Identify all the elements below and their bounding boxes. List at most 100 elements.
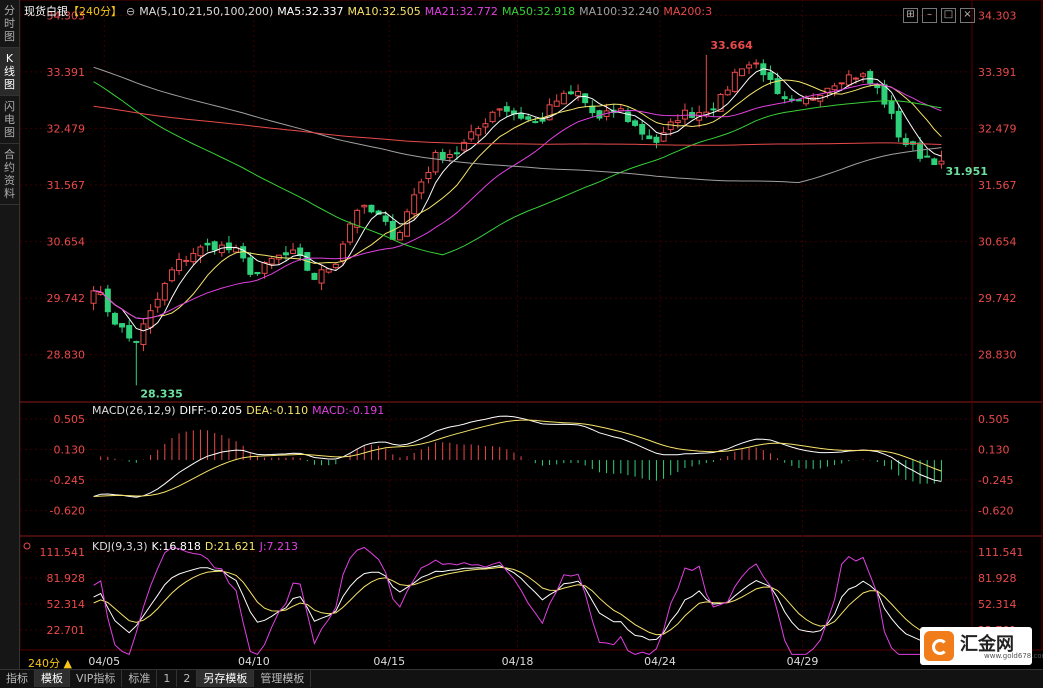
macd-legend: MACD(26,12,9) DIFF:-0.205 DEA:-0.110 MACD:-…: [92, 404, 388, 417]
candle-body: [290, 249, 297, 254]
y-tick-right: 32.479: [978, 122, 1017, 135]
candle-body: [646, 135, 653, 140]
kdj-j: J:7.213: [259, 540, 299, 553]
nav-tab-0[interactable]: 分时图: [0, 0, 19, 48]
nav-tab-1[interactable]: K线图: [0, 48, 19, 96]
window-controls: ⊞ – □ ×: [899, 2, 975, 23]
candle-body: [553, 100, 560, 107]
candle-body: [197, 246, 204, 257]
y-tick-left: 0.130: [54, 444, 86, 457]
ma10-value: MA10:32.505: [347, 5, 421, 18]
candle-body: [268, 258, 275, 265]
candle-body: [746, 64, 753, 69]
candle-body: [667, 121, 674, 131]
price-annotation: 33.664: [710, 39, 753, 52]
candle-body: [126, 325, 133, 339]
y-tick-right: 34.303: [978, 9, 1017, 22]
y-tick-right: -0.620: [978, 504, 1013, 517]
candle-body: [154, 298, 161, 308]
bottom-tab-2[interactable]: VIP指标: [70, 670, 123, 687]
y-tick-left: 29.742: [47, 292, 86, 305]
candle-body: [767, 72, 774, 80]
candle-body: [489, 111, 496, 123]
candle-body: [924, 155, 931, 158]
maximize-icon[interactable]: □: [941, 8, 956, 23]
kdj-legend: KDJ(9,3,3) K:16.818 D:21.621 J:7.213: [92, 540, 302, 553]
candle-body: [503, 106, 510, 112]
y-tick-left: 31.567: [47, 179, 86, 192]
candle-body: [575, 90, 582, 97]
ma21-value: MA21:32.772: [424, 5, 498, 18]
candle-body: [311, 272, 318, 280]
nav-tab-3[interactable]: 合约资料: [0, 144, 19, 205]
candle-body: [225, 242, 232, 251]
candle-body: [211, 241, 218, 251]
candle-body: [710, 108, 717, 111]
candle-body: [190, 252, 197, 263]
period-selector[interactable]: 【240分】: [68, 5, 122, 18]
candle-body: [318, 269, 325, 284]
y-tick-right: -0.245: [978, 474, 1013, 487]
y-tick-left: -0.620: [50, 504, 85, 517]
candle-body: [282, 252, 289, 256]
candle-body: [140, 323, 147, 345]
candle-body: [845, 74, 852, 86]
bottom-tab-3[interactable]: 标准: [122, 670, 158, 687]
candle-body: [852, 77, 859, 80]
bottom-tab-1[interactable]: 模板: [35, 670, 70, 687]
candle-body: [204, 242, 211, 246]
bottom-tab-0[interactable]: 指标: [0, 670, 35, 687]
logo-url: www.gold678.com: [984, 652, 1043, 660]
logo: 汇金网 www.gold678.com: [920, 627, 1043, 665]
candle-body: [446, 153, 453, 158]
bottom-tab-5[interactable]: 2: [177, 670, 198, 687]
candle-body: [738, 68, 745, 77]
candle-body: [589, 105, 596, 114]
y-tick-left: 0.505: [54, 413, 86, 426]
candle-body: [860, 73, 867, 77]
candle-body: [439, 151, 446, 160]
y-tick-right: 111.541: [978, 546, 1024, 559]
candle-body: [532, 121, 539, 124]
candle-body: [482, 123, 489, 128]
candle-body: [831, 85, 838, 91]
y-tick-right: 30.654: [978, 236, 1017, 249]
close-icon[interactable]: ×: [960, 8, 975, 23]
candle-body: [632, 120, 639, 126]
candle-body: [396, 232, 403, 241]
candle-body: [681, 109, 688, 120]
candle-body: [724, 89, 731, 96]
candle-body: [781, 96, 788, 100]
kline-chart[interactable]: 34.303 34.30333.391 33.39132.479 32.47931.5…: [20, 0, 1043, 669]
candle-body: [247, 257, 254, 275]
y-tick-right: 52.314: [978, 598, 1017, 611]
y-tick-right: 31.567: [978, 179, 1017, 192]
candle-body: [838, 82, 845, 85]
candle-body: [560, 92, 567, 105]
kdj-settings-icon[interactable]: [23, 542, 31, 550]
y-tick-left: 32.479: [47, 122, 86, 135]
candle-body: [119, 323, 126, 328]
price-legend: 现货白银【240分】 ⊖ MA(5,10,21,50,100,200) MA5:32.…: [24, 3, 716, 19]
candle-body: [888, 100, 895, 114]
bottom-tab-6[interactable]: 另存模板: [197, 670, 255, 687]
candle-body: [496, 108, 503, 111]
candle-body: [347, 223, 354, 243]
grid-icon[interactable]: ⊞: [903, 8, 918, 23]
settings-icon[interactable]: ⊖: [126, 5, 135, 18]
x-tick-label: 04/15: [373, 655, 405, 668]
ma-params: MA(5,10,21,50,100,200): [139, 5, 274, 18]
macd-value: MACD:-0.191: [312, 404, 385, 417]
nav-tab-2[interactable]: 闪电图: [0, 96, 19, 144]
ma5-value: MA5:32.337: [277, 5, 344, 18]
candle-body: [183, 259, 190, 262]
bottom-tab-4[interactable]: 1: [157, 670, 178, 687]
kdj-k: K:16.818: [151, 540, 201, 553]
bottom-tab-7[interactable]: 管理模板: [254, 670, 312, 687]
candle-body: [938, 160, 945, 165]
candle-body: [432, 151, 439, 173]
candle-body: [867, 71, 874, 84]
candle-body: [475, 128, 482, 136]
minimize-icon[interactable]: –: [922, 8, 937, 23]
candle-body: [582, 93, 589, 104]
